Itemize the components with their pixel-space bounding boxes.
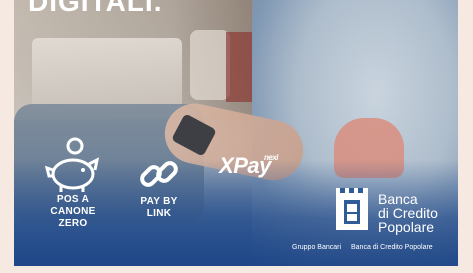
- group-text-right: Banca di Credito Popolare: [350, 244, 433, 251]
- bank-name-line: di Credito: [378, 205, 438, 221]
- bank-tower-icon: [336, 188, 368, 230]
- feature-label-line: POS A: [56, 194, 90, 205]
- piggy-bank-icon: [45, 137, 100, 192]
- bank-name: Banca di Credito Popolare: [378, 192, 468, 234]
- bank-name-line: Popolare: [378, 219, 435, 235]
- xpay-logo: nexi XPay: [210, 153, 280, 177]
- feature-pay-by-link: PAY BY LINK: [132, 152, 186, 220]
- feature-label-line: CANONE: [50, 206, 96, 217]
- feature-label-line: LINK: [146, 208, 172, 219]
- link-icon: [140, 161, 178, 187]
- feature-label-line: PAY BY: [140, 196, 178, 207]
- headline: DIGITALI.: [28, 0, 163, 17]
- bank-name-line: Banca: [378, 191, 418, 207]
- group-footer: Gruppo Bancari Banca di Credito Popolare: [292, 244, 452, 251]
- group-text-left: Gruppo Bancari: [292, 244, 342, 251]
- background-lamp: [190, 30, 230, 100]
- feature-pos-canone-zero: POS A CANONE ZERO: [42, 136, 104, 230]
- feature-label-line: ZERO: [58, 218, 88, 229]
- xpay-nexi-label: nexi: [263, 153, 279, 162]
- page-frame: DIGITALI. POS A CANONE ZERO PAY BY LINK …: [0, 0, 473, 273]
